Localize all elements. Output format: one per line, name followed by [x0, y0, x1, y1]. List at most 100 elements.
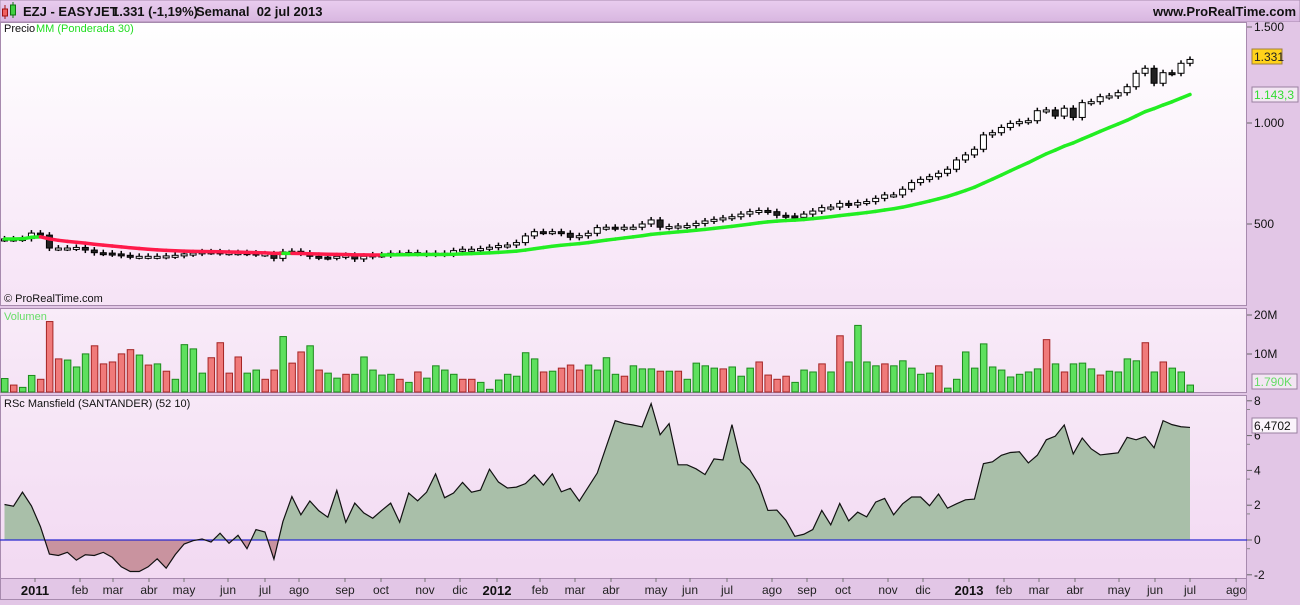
svg-text:6,4702: 6,4702: [1254, 419, 1291, 433]
rsc-tick: 0: [1254, 533, 1261, 547]
volume-bar: [873, 366, 880, 392]
volume-bar: [64, 360, 71, 392]
volume-bar: [693, 363, 700, 392]
date-label: sep: [797, 583, 817, 597]
volume-bar: [460, 379, 467, 392]
volume-bar: [765, 375, 772, 392]
volume-bar: [1097, 375, 1104, 392]
date-label: feb: [996, 583, 1013, 597]
volume-bar: [1007, 377, 1014, 392]
volume-bar: [253, 370, 260, 392]
volume-bar: [19, 387, 26, 392]
volume-bar: [397, 379, 404, 392]
volume-bar: [280, 337, 287, 392]
volume-bar: [352, 374, 359, 392]
volume-bar: [855, 325, 862, 392]
volume-bar: [486, 389, 493, 392]
copyright: © ProRealTime.com: [4, 293, 103, 305]
volume-bar: [846, 362, 853, 392]
volume-bar: [738, 376, 745, 392]
rsc-tick: 4: [1254, 463, 1261, 477]
volume-bar: [864, 362, 871, 392]
site-link[interactable]: www.ProRealTime.com: [1152, 4, 1296, 19]
candle: [1151, 65, 1157, 86]
date-label: ago: [289, 583, 309, 597]
svg-text:1.331: 1.331: [1254, 50, 1284, 64]
volume-bar: [675, 371, 682, 392]
volume-bar: [882, 364, 889, 392]
volume-bar: [217, 343, 224, 392]
volume-bar: [801, 370, 808, 392]
volume-bar: [648, 369, 655, 392]
tick-1500: 1.500: [1254, 20, 1284, 34]
volume-bar: [1043, 340, 1050, 392]
date-label: dic: [915, 583, 930, 597]
volume-bar: [666, 371, 673, 392]
volume-bar: [585, 365, 592, 392]
volume-bar: [594, 370, 601, 392]
volume-bar: [558, 368, 565, 392]
volume-bar: [918, 374, 925, 392]
date-label: abr: [140, 583, 157, 597]
volume-bar: [316, 370, 323, 392]
volume-bar: [163, 371, 170, 392]
volume-bar: [235, 357, 242, 392]
volume-bar: [154, 364, 161, 392]
volume-bar: [289, 363, 296, 392]
date-label: 2012: [483, 583, 512, 598]
period-date: Semanal 02 jul 2013: [196, 4, 322, 19]
volume-bar: [46, 322, 53, 392]
last-ma-badge: 1.143,3: [1252, 87, 1298, 102]
volume-bar: [729, 367, 736, 392]
volume-bar: [792, 382, 799, 392]
volume-bar: [433, 366, 440, 392]
svg-text:1.143,3: 1.143,3: [1254, 88, 1294, 102]
volume-bar: [307, 346, 314, 392]
rsc-tick: -2: [1254, 568, 1265, 582]
volume-bar: [244, 373, 251, 392]
date-label: nov: [878, 583, 897, 597]
date-label: jun: [681, 583, 698, 597]
rsc-tick: 2: [1254, 498, 1261, 512]
volume-bar: [621, 376, 628, 392]
volume-bar: [1178, 372, 1185, 392]
volume-bar: [271, 370, 278, 392]
candle: [46, 232, 52, 251]
volume-bar: [127, 350, 134, 392]
volume-bar: [953, 379, 960, 392]
volume-bar: [406, 382, 413, 392]
date-label: may: [1108, 583, 1131, 597]
volume-bar: [37, 379, 44, 392]
volume-bar: [720, 369, 727, 392]
volume-bar: [971, 368, 978, 392]
volume-bar: [837, 336, 844, 392]
date-label: oct: [373, 583, 390, 597]
volume-bar: [343, 374, 350, 392]
volume-bar: [181, 345, 188, 392]
volume-bar: [657, 371, 664, 392]
volume-bar: [909, 368, 916, 392]
volume-bar: [1025, 372, 1032, 392]
tick-500: 500: [1254, 217, 1274, 231]
volume-bar: [603, 358, 610, 392]
stock-chart[interactable]: EZJ - EASYJET 1.331 (-1,19%) Semanal 02 …: [0, 0, 1300, 600]
volume-bar: [118, 354, 125, 392]
volume-bar: [370, 370, 377, 392]
volume-bar: [1088, 369, 1095, 392]
volume-bar: [630, 366, 637, 392]
volume-bar: [962, 352, 969, 392]
volume-bar: [684, 379, 691, 392]
volume-bar: [1160, 362, 1167, 392]
volume-bar: [828, 372, 835, 392]
date-label: ago: [762, 583, 782, 597]
volume-bar: [513, 376, 520, 392]
volume-bar: [900, 361, 907, 392]
date-label: 2011: [21, 583, 49, 598]
volume-bar: [540, 372, 547, 392]
volume-bar: [10, 385, 16, 392]
date-label: jul: [258, 583, 271, 597]
price-panel[interactable]: [1, 23, 1247, 306]
volume-bar: [208, 358, 215, 392]
volume-bar: [1187, 385, 1194, 392]
volume-bar: [1052, 364, 1059, 392]
